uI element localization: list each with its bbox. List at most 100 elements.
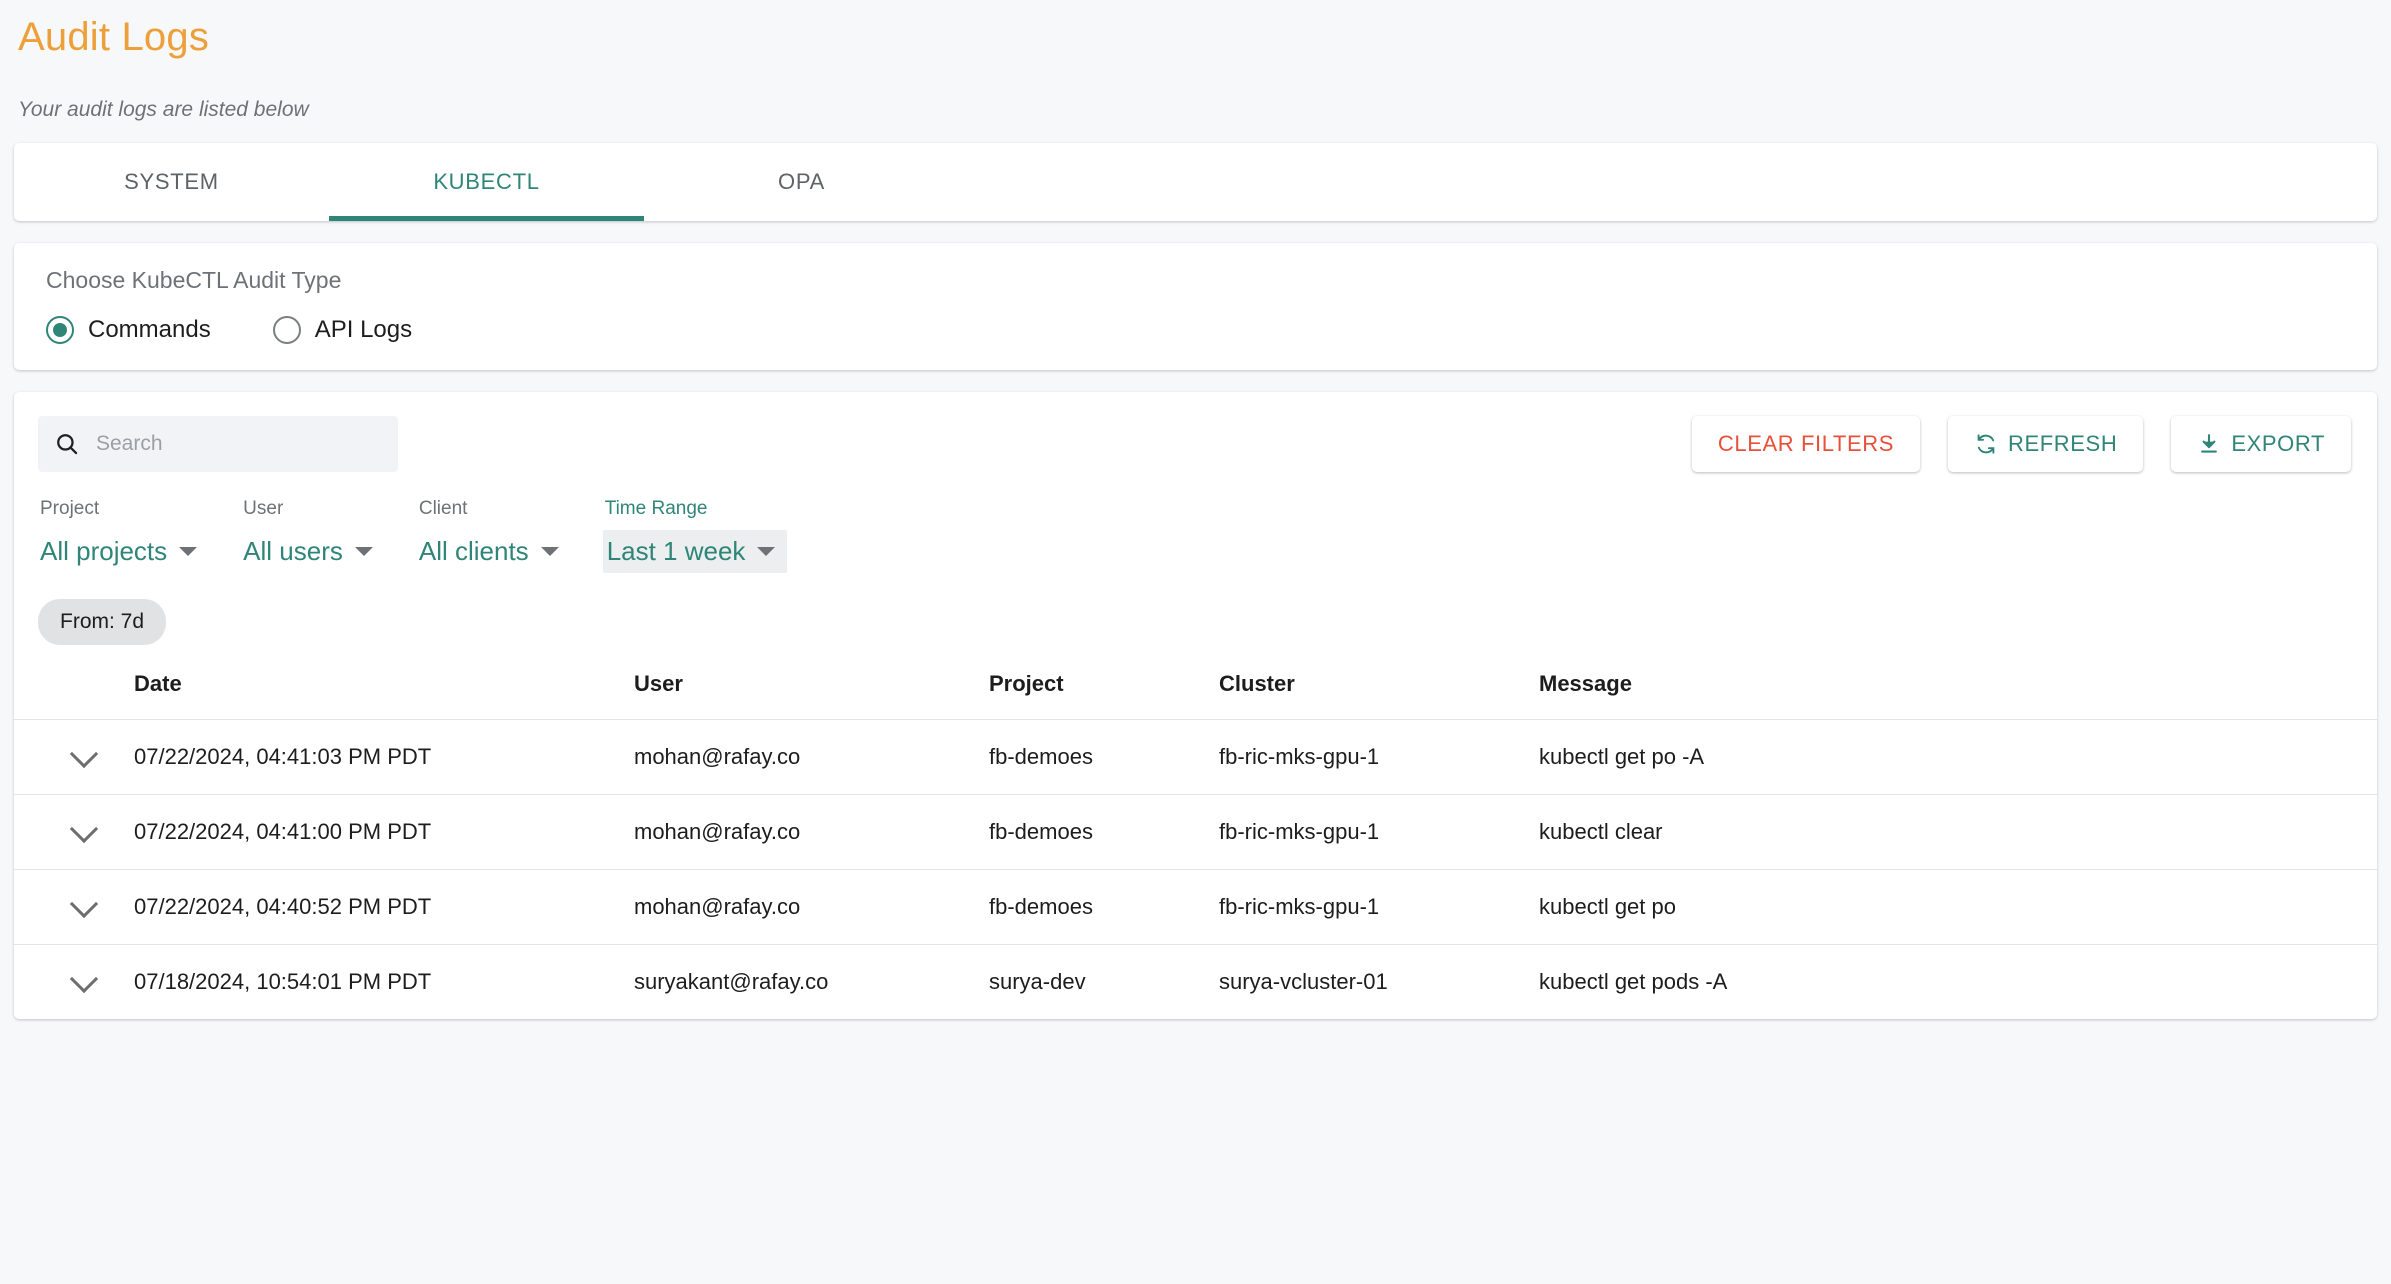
radio-api-logs[interactable]: API Logs [272, 316, 413, 345]
filter-client: Client All clients [417, 498, 569, 573]
row-user: suryakant@rafay.co [634, 944, 989, 1020]
tab-opa-label: OPA [778, 169, 825, 195]
filter-client-label: Client [418, 498, 468, 520]
filter-time-range: Time Range Last 1 week [602, 498, 788, 574]
filter-row: Project All projects User All users Clie… [14, 472, 2377, 574]
refresh-label: REFRESH [2008, 431, 2118, 457]
table-header-row: Date User Project Cluster Message [14, 671, 2377, 720]
action-buttons: CLEAR FILTERS REFRESH EXPORT [1691, 416, 2353, 473]
row-message: kubectl clear [1539, 794, 2377, 870]
radio-commands-mark[interactable] [46, 316, 74, 345]
th-expand [14, 671, 134, 720]
filter-time-range-value: Last 1 week [606, 536, 746, 567]
tab-system[interactable]: SYSTEM [14, 143, 329, 221]
table-header: Date User Project Cluster Message [14, 671, 2377, 720]
row-message: kubectl get po [1539, 869, 2377, 945]
tab-kubectl-label: KUBECTL [433, 169, 540, 195]
page-subtitle: Your audit logs are listed below [18, 98, 309, 121]
row-cluster: surya-vcluster-01 [1219, 944, 1539, 1020]
radio-commands-label: Commands [88, 316, 211, 344]
chevron-down-icon [540, 547, 559, 557]
table-row[interactable]: 07/18/2024, 10:54:01 PM PDT suryakant@ra… [14, 944, 2377, 1020]
row-expand-cell[interactable] [14, 719, 134, 795]
chevron-down-icon[interactable] [69, 889, 99, 919]
table-row[interactable]: 07/22/2024, 04:41:03 PM PDT mohan@rafay.… [14, 719, 2377, 795]
row-date: 07/22/2024, 04:40:52 PM PDT [134, 869, 634, 945]
row-project: fb-demoes [989, 869, 1219, 945]
filter-project-select[interactable]: All projects [38, 530, 207, 573]
tab-bar: SYSTEM KUBECTL OPA [14, 143, 2377, 222]
th-project: Project [989, 671, 1064, 697]
chip-from-label: From: 7d [60, 610, 145, 634]
radio-api-logs-label: API Logs [314, 316, 413, 344]
table-row[interactable]: 07/22/2024, 04:40:52 PM PDT mohan@rafay.… [14, 869, 2377, 945]
export-button[interactable]: EXPORT [2171, 416, 2351, 473]
th-cluster: Cluster [1219, 671, 1295, 697]
page-header: Audit Logs Your audit logs are listed be… [0, 0, 2391, 121]
th-message: Message [1539, 671, 1632, 697]
chevron-down-icon[interactable] [69, 814, 99, 844]
row-user: mohan@rafay.co [634, 869, 989, 945]
row-cluster: fb-ric-mks-gpu-1 [1219, 794, 1539, 870]
th-user: User [634, 671, 683, 697]
filter-time-range-label: Time Range [604, 498, 708, 520]
row-expand-cell[interactable] [14, 869, 134, 945]
row-date: 07/22/2024, 04:41:03 PM PDT [134, 719, 634, 795]
radio-commands[interactable]: Commands [46, 316, 211, 345]
filter-project: Project All projects [38, 498, 207, 573]
row-cluster: fb-ric-mks-gpu-1 [1219, 719, 1539, 795]
chevron-down-icon[interactable] [69, 739, 99, 769]
chevron-down-icon [179, 547, 198, 557]
filter-user-value: All users [243, 536, 343, 567]
tab-opa[interactable]: OPA [644, 143, 959, 221]
search-icon [54, 431, 80, 457]
audit-type-radio-group: Commands API Logs [46, 316, 2345, 345]
chevron-down-icon [757, 547, 776, 557]
refresh-button[interactable]: REFRESH [1948, 416, 2144, 473]
row-date: 07/22/2024, 04:41:00 PM PDT [134, 794, 634, 870]
search-box[interactable] [38, 416, 398, 473]
radio-api-logs-mark[interactable] [272, 316, 301, 345]
row-project: fb-demoes [989, 719, 1219, 795]
audit-type-label: Choose KubeCTL Audit Type [46, 267, 342, 294]
clear-filters-label: CLEAR FILTERS [1717, 431, 1894, 457]
row-project: surya-dev [989, 944, 1219, 1020]
tabs-card: SYSTEM KUBECTL OPA [14, 143, 2377, 222]
row-project: fb-demoes [989, 794, 1219, 870]
row-cluster: fb-ric-mks-gpu-1 [1219, 869, 1539, 945]
download-icon [2197, 432, 2221, 456]
chip-from[interactable]: From: 7d [38, 599, 167, 646]
chevron-down-icon[interactable] [69, 964, 99, 994]
export-label: EXPORT [2231, 431, 2325, 457]
filter-client-value: All clients [418, 536, 529, 567]
row-message: kubectl get pods -A [1539, 944, 2377, 1020]
tab-system-label: SYSTEM [124, 169, 219, 195]
filter-time-range-select[interactable]: Last 1 week [602, 530, 788, 574]
search-input[interactable] [94, 431, 382, 458]
audit-type-card: Choose KubeCTL Audit Type Commands API L… [14, 243, 2377, 371]
active-filter-chips: From: 7d [14, 573, 2377, 646]
audit-log-panel: CLEAR FILTERS REFRESH [14, 392, 2377, 1020]
filter-client-select[interactable]: All clients [417, 530, 569, 573]
row-message: kubectl get po -A [1539, 719, 2377, 795]
row-expand-cell[interactable] [14, 794, 134, 870]
row-expand-cell[interactable] [14, 944, 134, 1020]
table-row[interactable]: 07/22/2024, 04:41:00 PM PDT mohan@rafay.… [14, 794, 2377, 870]
filter-user: User All users [241, 498, 383, 573]
filter-user-select[interactable]: All users [241, 530, 383, 573]
row-user: mohan@rafay.co [634, 719, 989, 795]
filter-user-label: User [243, 498, 284, 520]
refresh-icon [1974, 432, 1998, 456]
audit-log-table: Date User Project Cluster Message 07/22/… [14, 671, 2377, 1020]
row-date: 07/18/2024, 10:54:01 PM PDT [134, 944, 634, 1020]
filter-project-value: All projects [40, 536, 168, 567]
th-date: Date [134, 671, 182, 697]
table-body: 07/22/2024, 04:41:03 PM PDT mohan@rafay.… [14, 719, 2377, 1020]
page-title: Audit Logs [18, 15, 210, 59]
row-user: mohan@rafay.co [634, 794, 989, 870]
tab-kubectl[interactable]: KUBECTL [329, 143, 644, 222]
filter-toolbar: CLEAR FILTERS REFRESH [14, 392, 2377, 473]
chevron-down-icon [354, 547, 373, 557]
clear-filters-button[interactable]: CLEAR FILTERS [1691, 416, 1920, 473]
filter-project-label: Project [40, 498, 100, 520]
